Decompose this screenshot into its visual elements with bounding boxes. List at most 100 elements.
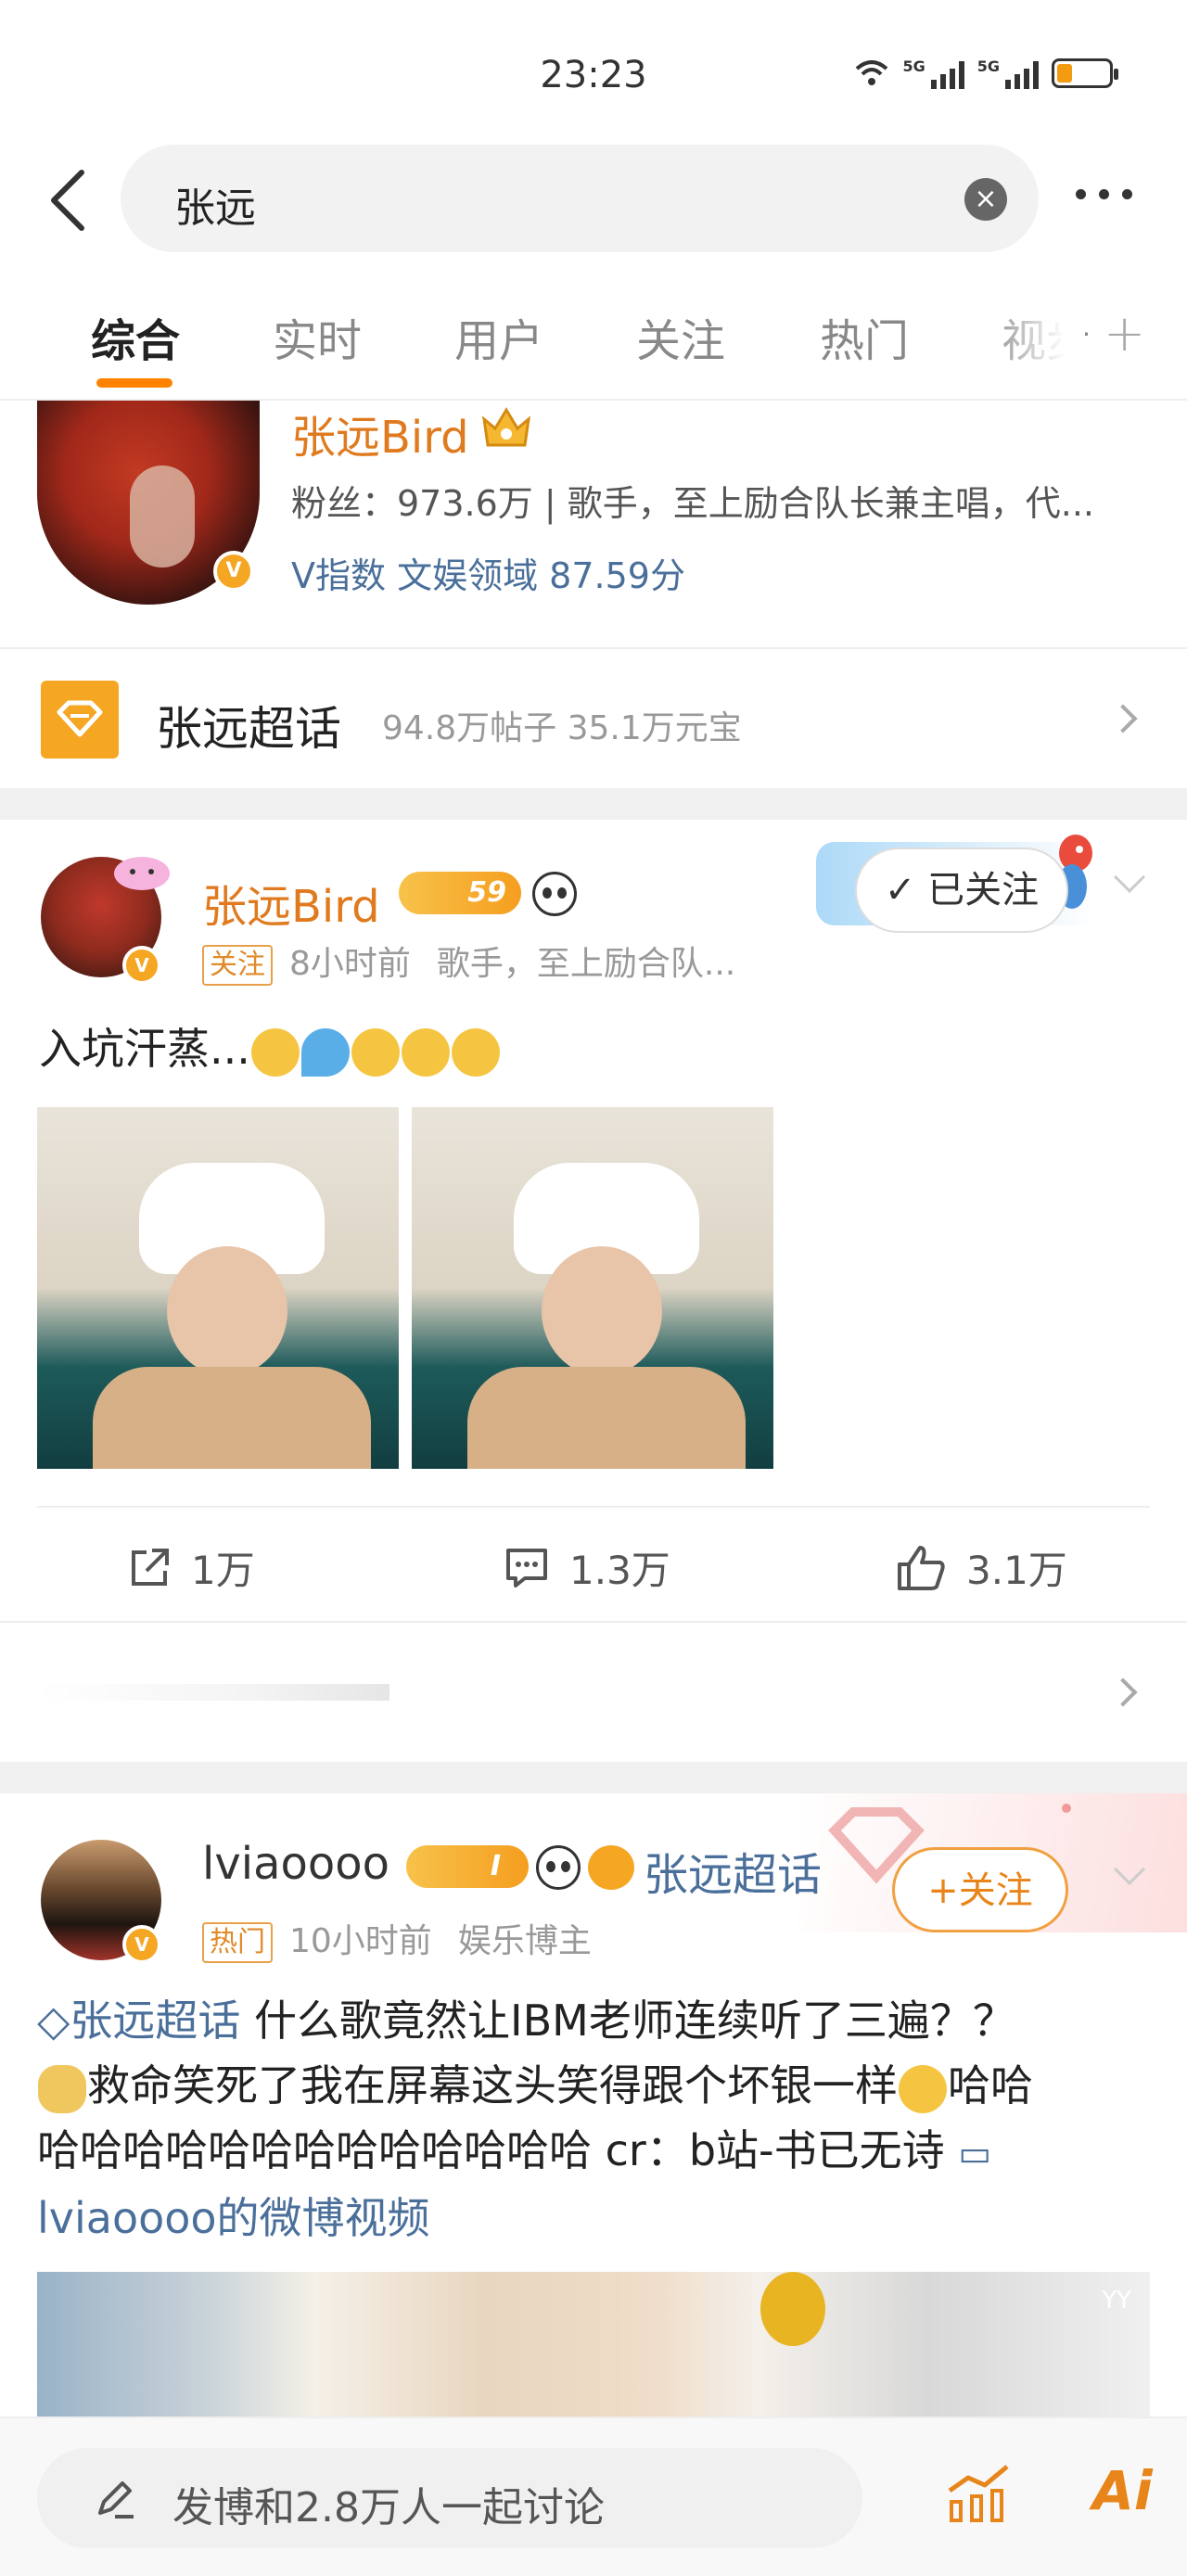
- panda-icon: [532, 872, 577, 916]
- emoji-icon: [899, 2064, 947, 2113]
- user-v-index[interactable]: V指数 文娱领域 87.59分: [291, 547, 685, 598]
- wifi-icon: [856, 60, 888, 85]
- panda-icon: [536, 1845, 581, 1890]
- super-topic-stats: 94.8万帖子 35.1万元宝: [382, 709, 742, 747]
- add-tab-icon[interactable]: +: [1104, 304, 1145, 363]
- tab-all[interactable]: 综合: [91, 304, 180, 369]
- back-icon[interactable]: [43, 165, 98, 236]
- hot-tag: 热门: [202, 1922, 273, 1963]
- section-gap: [0, 1762, 1187, 1793]
- post-author-name[interactable]: lviaoooo: [202, 1838, 389, 1890]
- tab-bar: 综合 实时 用户 关注 热门 视步 +: [0, 297, 1187, 399]
- tab-fade: [983, 297, 1085, 389]
- like-count: 3.1万: [966, 1548, 1067, 1593]
- search-input[interactable]: 张远 ×: [121, 145, 1039, 252]
- post-time: 10小时前: [289, 1922, 432, 1960]
- comment-preview-placeholder[interactable]: [37, 1684, 389, 1701]
- verified-badge-icon: V: [122, 1925, 161, 1964]
- tab-following[interactable]: 关注: [636, 304, 725, 369]
- super-topic-icon: [41, 681, 119, 759]
- clear-icon[interactable]: ×: [964, 178, 1007, 221]
- emoji-icon: [451, 1027, 500, 1077]
- video-icon: ▭: [958, 2133, 992, 2174]
- search-query: 张远: [174, 185, 256, 232]
- user-name[interactable]: 张远Bird: [291, 401, 469, 465]
- compose-input[interactable]: 发博和2.8万人一起讨论: [37, 2448, 862, 2548]
- crown-icon: [481, 407, 531, 447]
- comment-icon: [506, 1548, 547, 1588]
- emoji-icon: [401, 1027, 450, 1077]
- post-text-line2-end: 哈哈: [948, 2060, 1033, 2111]
- signal-label: 5G: [902, 57, 925, 75]
- divider: [0, 1621, 1187, 1623]
- post-text: 入坑汗蒸...: [39, 1016, 501, 1081]
- post-card: V lviaoooo I 张远超话 +关注 热门 10小时前 娱乐博主 ◇张远超话 …: [0, 1793, 1187, 2439]
- post-text: ◇张远超话 什么歌竟然让IBM老师连续听了三遍？？ 救命笑死了我在屏幕这头笑得跟…: [37, 1988, 1159, 2251]
- status-icons: 5G 5G: [854, 57, 1118, 89]
- verified-badge-icon: V: [213, 551, 254, 592]
- post-card: V 张远Bird 59 关注 8小时前 歌手，至上励合队... ✓ 已关注 入坑汗蒸…: [0, 820, 1187, 1764]
- comment-count: 1.3万: [569, 1548, 670, 1593]
- post-time: 8小时前: [289, 945, 411, 983]
- status-bar: 23:23 5G 5G: [0, 0, 1187, 139]
- post-author-bio: 歌手，至上励合队...: [436, 945, 736, 983]
- like-icon: [898, 1545, 945, 1590]
- search-header: 张远 ×: [0, 139, 1187, 260]
- bottom-bar: 发博和2.8万人一起讨论 Ai: [0, 2417, 1187, 2576]
- puffer-icon: [588, 1845, 634, 1890]
- following-button[interactable]: ✓ 已关注: [855, 848, 1068, 933]
- repost-count: 1万: [191, 1548, 255, 1593]
- tab-users[interactable]: 用户: [454, 304, 543, 369]
- video-watermark: YY: [1102, 2287, 1131, 2315]
- following-button-label: 已关注: [927, 869, 1040, 912]
- tab-active-indicator: [96, 378, 172, 388]
- super-topic-row[interactable]: 张远超话 94.8万帖子 35.1万元宝: [0, 649, 1187, 788]
- ai-assistant-button[interactable]: Ai: [1092, 2459, 1153, 2522]
- post-text-line1: 什么歌竟然让IBM老师连续听了三遍？？: [254, 1996, 1015, 2046]
- cloud-decoration-icon: [114, 857, 170, 890]
- super-topic-link[interactable]: 张远超话: [644, 1838, 822, 1903]
- sweat-emoji-icon: [300, 1027, 350, 1077]
- follow-button[interactable]: +关注: [892, 1847, 1068, 1932]
- post-author-bio: 娱乐博主: [457, 1922, 592, 1960]
- level-badge-value: 59: [467, 876, 506, 909]
- signal-icon: 5G: [902, 57, 964, 89]
- doge-emoji-icon: [38, 2064, 86, 2113]
- chevron-right-icon: [1108, 704, 1138, 733]
- compose-placeholder: 发博和2.8万人一起讨论: [172, 2484, 605, 2531]
- user-card[interactable]: V 张远Bird 粉丝：973.6万 | 歌手，至上励合队长兼主唱，代... V…: [0, 401, 1187, 647]
- repost-icon: [132, 1548, 169, 1586]
- post-meta: 热门 10小时前 娱乐博主: [202, 1914, 592, 1963]
- section-gap: [0, 788, 1187, 820]
- post-image[interactable]: [37, 1107, 399, 1469]
- edit-icon: [98, 2481, 134, 2519]
- level-badge-value: I: [490, 1850, 501, 1882]
- video-thumbnail[interactable]: YY: [37, 2272, 1150, 2439]
- tab-realtime[interactable]: 实时: [273, 304, 362, 369]
- chevron-right-icon[interactable]: [1108, 1677, 1138, 1707]
- following-tag: 关注: [202, 945, 273, 986]
- signal-label-2: 5G: [976, 57, 1000, 75]
- user-description: 粉丝：973.6万 | 歌手，至上励合队长兼主唱，代...: [291, 483, 1094, 524]
- trend-chart-icon[interactable]: [944, 2463, 1013, 2524]
- post-author-name[interactable]: 张远Bird: [202, 870, 380, 935]
- repost-button[interactable]: 1万: [126, 1539, 255, 1596]
- level-badge-icon: I: [406, 1845, 529, 1888]
- post-meta: 关注 8小时前 歌手，至上励合队...: [202, 937, 735, 986]
- like-button[interactable]: 3.1万: [896, 1539, 1067, 1596]
- comment-button[interactable]: 1.3万: [503, 1539, 670, 1596]
- level-badge-icon: 59: [399, 872, 521, 914]
- post-topic-text: 张远超话: [70, 1996, 241, 2046]
- verified-badge-icon: V: [122, 946, 161, 985]
- chevron-down-icon[interactable]: [1114, 861, 1145, 893]
- post-image[interactable]: [412, 1107, 773, 1469]
- video-link[interactable]: lviaoooo的微博视频: [37, 2193, 430, 2243]
- super-topic-title: 张远超话: [156, 702, 341, 756]
- fear-emoji-icon: [351, 1027, 400, 1077]
- post-topic-link[interactable]: ◇张远超话: [37, 1996, 240, 2046]
- emoji-icon: [250, 1027, 300, 1077]
- more-icon[interactable]: [1076, 189, 1132, 199]
- post-text-line3: 哈哈哈哈哈哈哈哈哈哈哈哈哈 cr：b站-书已无诗: [37, 2125, 945, 2175]
- post-text-line2: 救命笑死了我在屏幕这头笑得跟个坏银一样: [87, 2060, 898, 2111]
- tab-hot[interactable]: 热门: [820, 304, 909, 369]
